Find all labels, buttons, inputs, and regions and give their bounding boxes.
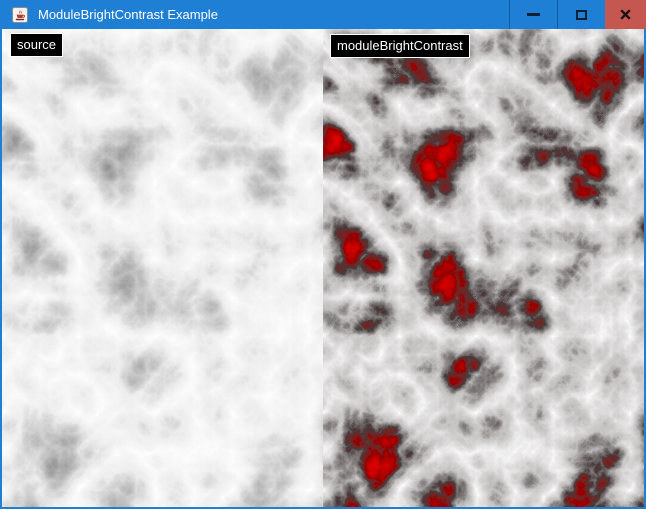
close-button[interactable] [605,0,646,29]
render-area: source [2,29,644,507]
java-app-icon [12,7,28,23]
modulebrightcontrast-noise-image [323,29,644,507]
titlebar[interactable]: ModuleBrightContrast Example [0,0,646,29]
maximize-button[interactable] [557,0,605,29]
app-window: ModuleBrightContrast Example [0,0,646,509]
source-noise-image [2,29,323,507]
minimize-icon [527,13,540,16]
window-controls [509,0,646,29]
source-label: source [10,33,63,57]
close-icon [620,9,631,20]
modulebrightcontrast-label: moduleBrightContrast [330,34,470,58]
modulebrightcontrast-image-panel: moduleBrightContrast [323,29,644,507]
minimize-button[interactable] [509,0,557,29]
maximize-icon [576,10,587,20]
window-title: ModuleBrightContrast Example [38,0,509,29]
source-image-panel: source [2,29,323,507]
